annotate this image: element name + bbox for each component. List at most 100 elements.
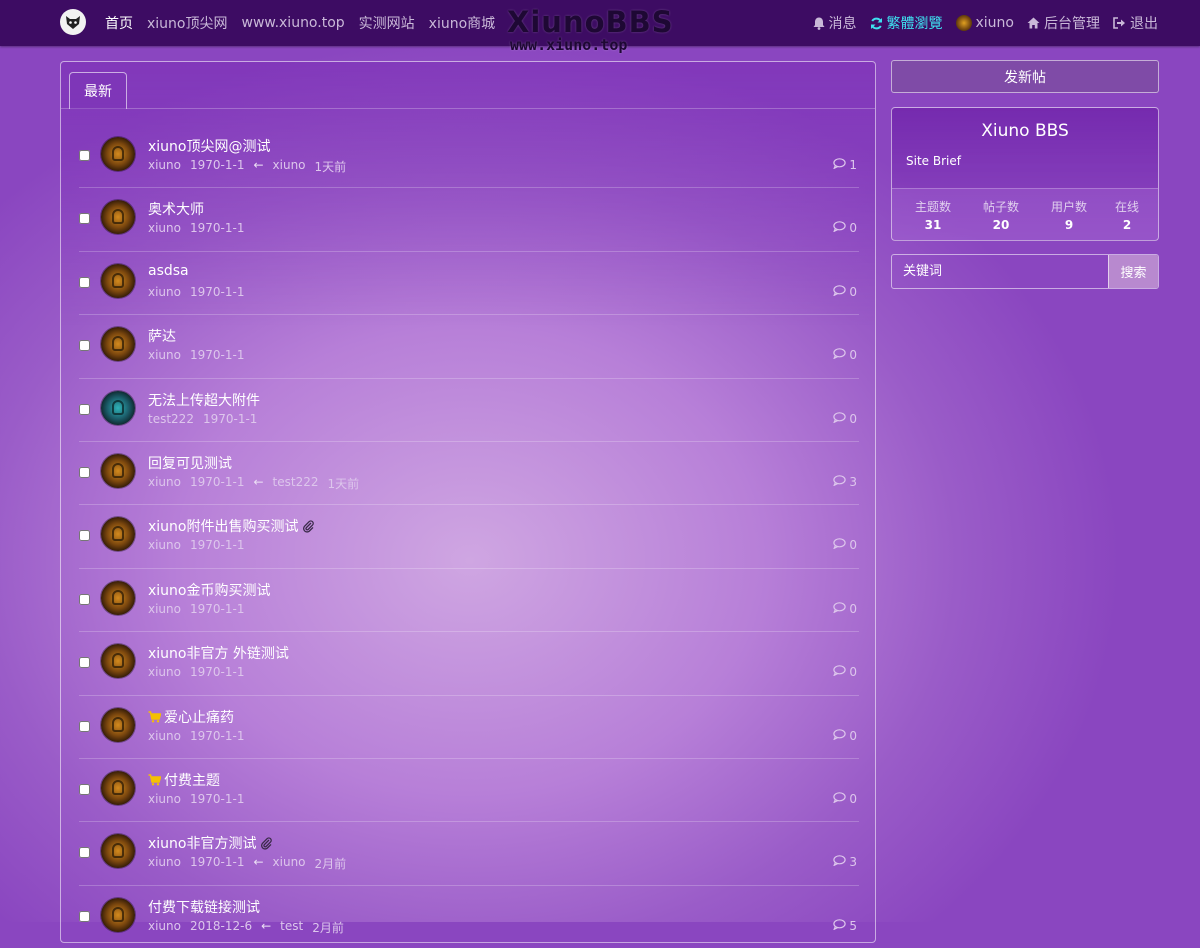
nav-www-xiuno-top[interactable]: www.xiuno.top	[242, 15, 345, 31]
thread-checkbox[interactable]	[79, 783, 90, 795]
thread-date: 1970-1-1	[190, 474, 245, 489]
nav-xiuno-store[interactable]: xiuno商城	[429, 13, 496, 33]
thread-checkbox[interactable]	[79, 276, 90, 288]
thread-title-line[interactable]: xiuno非官方测试	[148, 833, 273, 853]
thread-author[interactable]: xiuno	[148, 792, 181, 806]
thread-title[interactable]: 萨达	[148, 326, 176, 346]
thread-row[interactable]: 付费主题 xiuno 1970-1-1 0	[79, 759, 859, 823]
thread-checkbox[interactable]	[79, 530, 90, 542]
thread-title-line[interactable]: 付费下载链接测试	[148, 897, 260, 917]
logout-link[interactable]: 退出	[1113, 13, 1158, 33]
author-avatar[interactable]	[101, 137, 135, 171]
thread-author[interactable]: xiuno	[148, 538, 181, 552]
traditional-chinese-link[interactable]: 繁體瀏覽	[870, 13, 943, 33]
thread-row[interactable]: xiuno非官方 外链测试 xiuno 1970-1-1 0	[79, 632, 859, 696]
thread-title-line[interactable]: xiuno非官方 外链测试	[148, 643, 289, 663]
reply-count-value: 0	[849, 348, 857, 363]
last-reply-user[interactable]: test	[280, 919, 303, 936]
thread-checkbox[interactable]	[79, 657, 90, 669]
new-thread-button[interactable]: 发新帖	[891, 60, 1159, 93]
thread-row[interactable]: 爱心止痛药 xiuno 1970-1-1 0	[79, 696, 859, 759]
thread-checkbox[interactable]	[79, 466, 90, 478]
author-avatar[interactable]	[101, 770, 135, 805]
tab-latest[interactable]: 最新	[69, 72, 127, 109]
thread-author[interactable]: xiuno	[148, 665, 181, 679]
thread-title[interactable]: asdsa	[148, 263, 189, 279]
admin-link[interactable]: 后台管理	[1027, 13, 1100, 33]
thread-row[interactable]: 付费下载链接测试 xiuno 2018-12-6 ← test 2月前 5	[79, 886, 859, 948]
thread-row[interactable]: xiuno附件出售购买测试 xiuno 1970-1-1 0	[79, 505, 859, 569]
thread-title[interactable]: xiuno顶尖网@测试	[148, 136, 271, 156]
thread-title[interactable]: xiuno附件出售购买测试	[148, 516, 299, 536]
thread-checkbox[interactable]	[79, 150, 90, 161]
thread-author[interactable]: xiuno	[148, 602, 181, 616]
nav-home[interactable]: 首页	[105, 13, 133, 33]
thread-row[interactable]: xiuno金币购买测试 xiuno 1970-1-1 0	[79, 569, 859, 633]
thread-author[interactable]: test222	[148, 412, 194, 426]
author-avatar[interactable]	[101, 263, 135, 298]
thread-author[interactable]: xiuno	[148, 285, 181, 299]
thread-title[interactable]: xiuno非官方测试	[148, 833, 257, 853]
messages-link[interactable]: 消息	[813, 13, 857, 33]
thread-title[interactable]: 回复可见测试	[148, 453, 232, 473]
thread-title[interactable]: 付费下载链接测试	[148, 897, 260, 917]
thread-checkbox[interactable]	[79, 403, 90, 415]
thread-title[interactable]: 无法上传超大附件	[148, 390, 260, 410]
author-avatar[interactable]	[101, 200, 135, 235]
search-button[interactable]: 搜索	[1108, 255, 1158, 288]
last-reply-user[interactable]: test222	[273, 475, 319, 492]
thread-title-line[interactable]: xiuno附件出售购买测试	[148, 516, 315, 536]
author-avatar[interactable]	[101, 453, 135, 488]
user-profile-link[interactable]: xiuno	[955, 15, 1014, 31]
thread-checkbox[interactable]	[79, 847, 90, 859]
author-avatar[interactable]	[101, 390, 135, 425]
author-avatar[interactable]	[101, 897, 135, 932]
thread-title-line[interactable]: xiuno金币购买测试	[148, 580, 271, 600]
thread-title[interactable]: 爱心止痛药	[164, 707, 234, 727]
site-logo-icon[interactable]	[60, 9, 86, 35]
nav-test-site[interactable]: 实测网站	[359, 13, 415, 33]
admin-label: 后台管理	[1044, 16, 1100, 32]
thread-row[interactable]: 萨达 xiuno 1970-1-1 0	[79, 315, 859, 379]
thread-title-line[interactable]: 爱心止痛药	[148, 707, 234, 727]
thread-title-line[interactable]: 萨达	[148, 326, 176, 346]
author-avatar[interactable]	[101, 327, 135, 362]
thread-checkbox[interactable]	[79, 213, 90, 225]
thread-checkbox[interactable]	[79, 593, 90, 605]
thread-row[interactable]: xiuno顶尖网@测试 xiuno 1970-1-1 ← xiuno 1天前 1	[79, 125, 859, 189]
thread-author[interactable]: xiuno	[148, 855, 181, 872]
nav-xiuno-top[interactable]: xiuno顶尖网	[147, 13, 228, 33]
thread-author[interactable]: xiuno	[148, 348, 181, 362]
thread-title-line[interactable]: asdsa	[148, 263, 189, 279]
author-avatar[interactable]	[101, 707, 135, 742]
thread-title[interactable]: xiuno非官方 外链测试	[148, 643, 289, 663]
author-avatar[interactable]	[101, 580, 135, 615]
thread-title-line[interactable]: xiuno顶尖网@测试	[148, 136, 271, 156]
thread-row[interactable]: 回复可见测试 xiuno 1970-1-1 ← test222 1天前 3	[79, 442, 859, 506]
thread-author[interactable]: xiuno	[148, 221, 181, 235]
thread-author[interactable]: xiuno	[148, 475, 181, 492]
author-avatar[interactable]	[101, 834, 135, 869]
thread-title-line[interactable]: 回复可见测试	[148, 453, 232, 473]
last-reply-user[interactable]: xiuno	[273, 855, 306, 872]
thread-row[interactable]: asdsa xiuno 1970-1-1 0	[79, 252, 859, 316]
thread-title[interactable]: 付费主题	[164, 770, 220, 790]
thread-checkbox[interactable]	[79, 720, 90, 732]
author-avatar[interactable]	[101, 644, 135, 679]
thread-author[interactable]: xiuno	[148, 729, 181, 743]
thread-title[interactable]: xiuno金币购买测试	[148, 580, 271, 600]
thread-row[interactable]: xiuno非官方测试 xiuno 1970-1-1 ← xiuno 2月前 3	[79, 822, 859, 886]
author-avatar[interactable]	[101, 517, 135, 552]
thread-author[interactable]: xiuno	[148, 158, 181, 175]
search-input[interactable]	[892, 255, 1108, 288]
thread-checkbox[interactable]	[79, 910, 90, 922]
thread-title-line[interactable]: 奥术大师	[148, 199, 204, 219]
thread-row[interactable]: 奥术大师 xiuno 1970-1-1 0	[79, 188, 859, 252]
thread-title[interactable]: 奥术大师	[148, 199, 204, 219]
thread-row[interactable]: 无法上传超大附件 test222 1970-1-1 0	[79, 379, 859, 442]
thread-title-line[interactable]: 无法上传超大附件	[148, 390, 260, 410]
last-reply-user[interactable]: xiuno	[273, 158, 306, 175]
thread-checkbox[interactable]	[79, 340, 90, 352]
thread-title-line[interactable]: 付费主题	[148, 770, 220, 790]
thread-author[interactable]: xiuno	[148, 919, 181, 936]
